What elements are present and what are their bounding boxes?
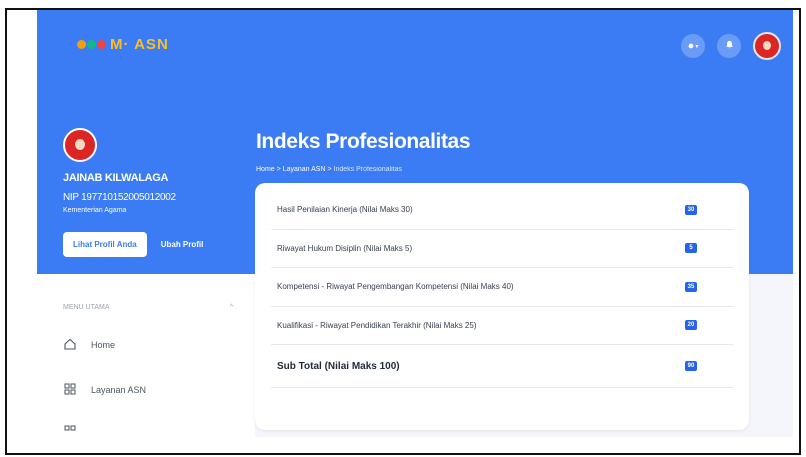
profile-actions: Lihat Profil Anda Ubah Profil [63,232,263,257]
breadcrumb-current: Indeks Profesionalitas [333,166,402,173]
score-label: Riwayat Hukum Disiplin (Nilai Maks 5) [277,243,413,253]
score-badge: 5 [685,243,697,254]
notification-button[interactable] [717,34,741,58]
grid-icon [63,424,77,437]
subtotal-badge: 90 [685,361,697,371]
score-label: Hasil Penilaian Kinerja (Nilai Maks 30) [277,205,413,215]
profile-panel: JAINAB KILWALAGA NIP 197710152005012002 … [63,128,263,257]
language-dropdown[interactable]: ● ▾ [681,34,705,58]
sidebar-item-layanan-asn[interactable]: Layanan ASN [63,382,146,398]
breadcrumb-separator: > [276,166,281,173]
app-logo[interactable]: M· ASN [77,36,169,53]
bell-icon [725,40,734,52]
score-card: Hasil Penilaian Kinerja (Nilai Maks 30) … [255,183,749,430]
subtotal-label: Sub Total (Nilai Maks 100) [277,360,400,372]
score-badge: 30 [685,204,697,215]
breadcrumb-home[interactable]: Home [256,166,275,173]
subtotal-row: Sub Total (Nilai Maks 100) 90 [271,345,733,388]
edit-profile-link[interactable]: Ubah Profil [161,240,204,249]
score-label: Kualifikasi - Riwayat Pendidikan Terakhi… [277,320,477,330]
table-row: Kompetensi - Riwayat Pengembangan Kompet… [271,268,733,307]
profile-name: JAINAB KILWALAGA [63,172,169,184]
menu-section-header[interactable]: MENU UTAMA ^ [63,304,233,311]
sidebar-item-home[interactable]: Home [63,337,115,353]
logo-mark-icon [77,40,106,49]
table-row: Kualifikasi - Riwayat Pendidikan Terakhi… [271,307,733,345]
chevron-up-icon: ^ [229,304,233,311]
score-badge: 20 [685,320,697,331]
profile-avatar [63,128,97,162]
table-row: Riwayat Hukum Disiplin (Nilai Maks 5) 5 [271,230,733,268]
breadcrumb: Home > Layanan ASN > Indeks Profesionali… [256,166,402,173]
sidebar-item-label: Layanan ASN [91,385,147,395]
breadcrumb-separator: > [327,166,332,173]
logo-text: M· ASN [110,36,169,53]
page-title: Indeks Profesionalitas [256,130,471,153]
sidebar-item-next[interactable] [63,424,77,437]
sidebar: MENU UTAMA ^ Home Layanan ASN [37,274,255,437]
globe-icon: ● [687,40,695,52]
score-label: Kompetensi - Riwayat Pengembangan Kompet… [277,282,514,292]
profile-organization: Kementerian Agama [63,207,127,214]
profile-nip: NIP 197710152005012002 [63,192,176,203]
app-window: M· ASN ● ▾ JAINAB KILWALAGA NIP 19771015… [37,10,793,437]
screenshot-frame: M· ASN ● ▾ JAINAB KILWALAGA NIP 19771015… [5,8,801,455]
chevron-down-icon: ▾ [695,43,699,50]
sidebar-item-label: Home [91,340,116,350]
grid-icon [63,382,77,398]
table-row: Hasil Penilaian Kinerja (Nilai Maks 30) … [271,191,733,230]
view-profile-button[interactable]: Lihat Profil Anda [63,232,147,257]
score-badge: 35 [685,281,697,292]
user-avatar-menu[interactable] [753,32,781,60]
home-icon [63,337,77,353]
breadcrumb-section[interactable]: Layanan ASN [283,166,326,173]
menu-section-title: MENU UTAMA [63,304,110,311]
top-bar-actions: ● ▾ [681,32,781,60]
